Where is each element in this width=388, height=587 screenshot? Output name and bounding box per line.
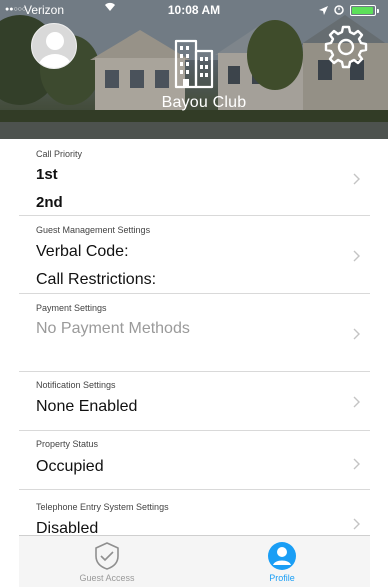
phone-screen: ●●○○○ Verizon 10:08 AM Bayou Club Call P… (0, 0, 388, 587)
alarm-icon (334, 5, 344, 15)
profile-header: ●●○○○ Verizon 10:08 AM Bayou Club (0, 0, 388, 139)
payment-methods-value: No Payment Methods (36, 320, 190, 337)
person-circle-icon (268, 542, 296, 570)
building-icon (174, 39, 214, 89)
verbal-code-label: Verbal Code: (36, 243, 129, 260)
tab-profile[interactable]: Profile (194, 536, 370, 587)
section-title: Payment Settings (36, 303, 107, 313)
user-silhouette-icon (38, 32, 72, 68)
gear-icon (324, 25, 368, 69)
section-title: Guest Management Settings (36, 225, 151, 235)
section-title: Telephone Entry System Settings (36, 502, 169, 512)
avatar[interactable] (31, 23, 77, 69)
telephone-entry-section[interactable]: Telephone Entry System Settings Disabled (19, 490, 370, 537)
section-title: Call Priority (36, 149, 83, 159)
tab-guest-access[interactable]: Guest Access (19, 536, 195, 587)
chevron-right-icon (353, 458, 360, 470)
club-name: Bayou Club (161, 94, 247, 111)
location-arrow-icon (319, 5, 328, 15)
chevron-right-icon (353, 328, 360, 340)
call-priority-first: 1st (36, 166, 58, 183)
tab-label: Guest Access (79, 573, 135, 583)
property-status-value: Occupied (36, 458, 104, 475)
chevron-right-icon (353, 250, 360, 262)
call-priority-section[interactable]: Call Priority 1st 2nd (19, 139, 370, 216)
section-title: Property Status (36, 439, 99, 449)
payment-settings-section[interactable]: Payment Settings No Payment Methods (19, 294, 370, 372)
shield-check-icon (95, 542, 119, 570)
chevron-right-icon (353, 396, 360, 408)
battery-icon (350, 4, 379, 16)
notification-settings-section[interactable]: Notification Settings None Enabled (19, 372, 370, 431)
guest-management-section[interactable]: Guest Management Settings Verbal Code: C… (19, 216, 370, 294)
tab-label: Profile (269, 573, 295, 583)
settings-button[interactable] (322, 23, 370, 71)
chevron-right-icon (353, 518, 360, 530)
property-status-section[interactable]: Property Status Occupied (19, 431, 370, 490)
chevron-right-icon (353, 173, 360, 185)
notification-value: None Enabled (36, 398, 138, 415)
section-title: Notification Settings (36, 380, 116, 390)
tab-bar: Guest Access Profile (19, 535, 370, 587)
status-bar: ●●○○○ Verizon 10:08 AM (0, 0, 388, 20)
call-restrictions-label: Call Restrictions: (36, 271, 157, 288)
call-priority-second: 2nd (36, 194, 63, 211)
